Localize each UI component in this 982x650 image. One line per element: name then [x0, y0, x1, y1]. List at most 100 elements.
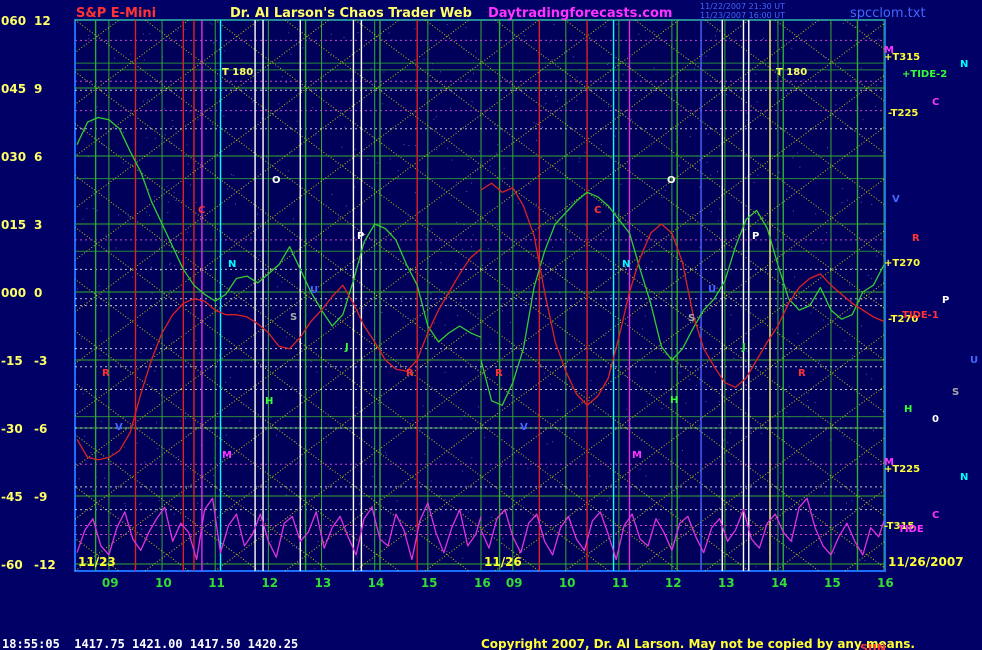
site-link[interactable]: Daytradingforecasts.com: [488, 6, 672, 21]
speckle: [281, 281, 283, 283]
speckle: [227, 490, 229, 492]
speckle: [649, 390, 651, 392]
speckle: [550, 278, 552, 280]
speckle: [269, 505, 271, 507]
speckle: [172, 169, 174, 171]
speckle: [285, 494, 287, 496]
speckle: [447, 304, 449, 306]
speckle: [341, 301, 343, 303]
speckle: [818, 545, 820, 547]
speckle: [170, 252, 172, 254]
speckle: [842, 23, 844, 24]
right-label: C: [932, 97, 939, 108]
speckle: [175, 200, 177, 202]
speckle: [149, 33, 151, 35]
speckle: [710, 174, 712, 176]
speckle: [523, 304, 525, 305]
speckle: [473, 72, 474, 74]
speckle: [718, 424, 720, 426]
speckle: [128, 387, 130, 389]
timestamp-line-1: 11/22/2007 21:30 UT: [700, 2, 785, 11]
speckle: [549, 41, 551, 43]
speckle: [276, 286, 278, 288]
speckle: [414, 192, 416, 194]
plot-marker: R: [406, 368, 414, 379]
session-label-2: 11/26: [484, 555, 522, 569]
speckle: [197, 119, 199, 121]
speckle: [290, 53, 292, 55]
speckle: [509, 174, 511, 176]
speckle: [702, 524, 704, 526]
speckle: [684, 527, 686, 529]
speckle: [639, 468, 641, 470]
speckle: [653, 31, 655, 32]
speckle: [733, 358, 735, 359]
speckle: [630, 118, 632, 120]
speckle: [590, 380, 592, 382]
plot-marker: P: [357, 231, 364, 242]
speckle: [536, 203, 537, 205]
plot-marker: V: [520, 422, 528, 433]
speckle: [123, 417, 125, 419]
speckle: [446, 551, 448, 552]
speckle: [502, 303, 504, 305]
speckle: [259, 331, 261, 333]
speckle: [729, 328, 731, 330]
speckle: [551, 59, 553, 61]
speckle: [864, 560, 866, 562]
y-tick-points: -3: [34, 354, 47, 368]
speckle: [260, 538, 262, 540]
plot-marker: P: [752, 231, 759, 242]
speckle: [169, 263, 171, 265]
speckle: [719, 208, 721, 210]
speckle: [651, 499, 653, 500]
speckle: [786, 190, 788, 192]
speckle: [679, 372, 681, 374]
speckle: [653, 67, 655, 69]
speckle: [459, 301, 461, 303]
speckle: [695, 384, 697, 386]
speckle: [102, 144, 104, 146]
speckle: [354, 237, 355, 239]
speckle: [138, 81, 140, 83]
speckle: [824, 492, 825, 494]
speckle: [177, 455, 179, 457]
speckle: [606, 63, 608, 65]
speckle: [858, 489, 860, 491]
speckle: [142, 33, 144, 35]
speckle: [171, 120, 173, 121]
x-tick-label: 14: [771, 576, 788, 590]
speckle: [144, 461, 146, 463]
speckle: [317, 541, 319, 542]
speckle: [475, 50, 477, 52]
speckle: [602, 236, 604, 238]
speckle: [431, 228, 433, 230]
speckle: [363, 307, 365, 309]
speckle: [876, 255, 878, 257]
speckle: [341, 146, 343, 148]
speckle: [122, 162, 124, 164]
speckle: [728, 460, 730, 462]
speckle: [535, 123, 537, 125]
speckle: [266, 156, 268, 158]
speckle: [302, 289, 304, 291]
speckle: [624, 417, 626, 419]
speckle: [746, 112, 748, 114]
speckle: [535, 139, 537, 141]
speckle: [143, 59, 145, 61]
plot-marker: R: [798, 368, 806, 379]
right-label: -T225: [888, 108, 918, 119]
speckle: [544, 208, 546, 209]
speckle: [111, 452, 113, 454]
speckle: [83, 435, 85, 437]
speckle: [477, 313, 479, 315]
y-tick-points: -6: [34, 422, 47, 436]
speckle: [212, 123, 214, 125]
speckle: [369, 358, 371, 360]
speckle: [651, 260, 653, 262]
chaos-trader-chart: T 180 T 180O OC CN NP PS SR R R RH HM MU UV VJ J 060 12…: [0, 0, 982, 650]
x-tick-label: 11: [612, 576, 629, 590]
speckle: [389, 158, 391, 160]
speckle: [145, 111, 147, 113]
speckle: [763, 37, 764, 39]
